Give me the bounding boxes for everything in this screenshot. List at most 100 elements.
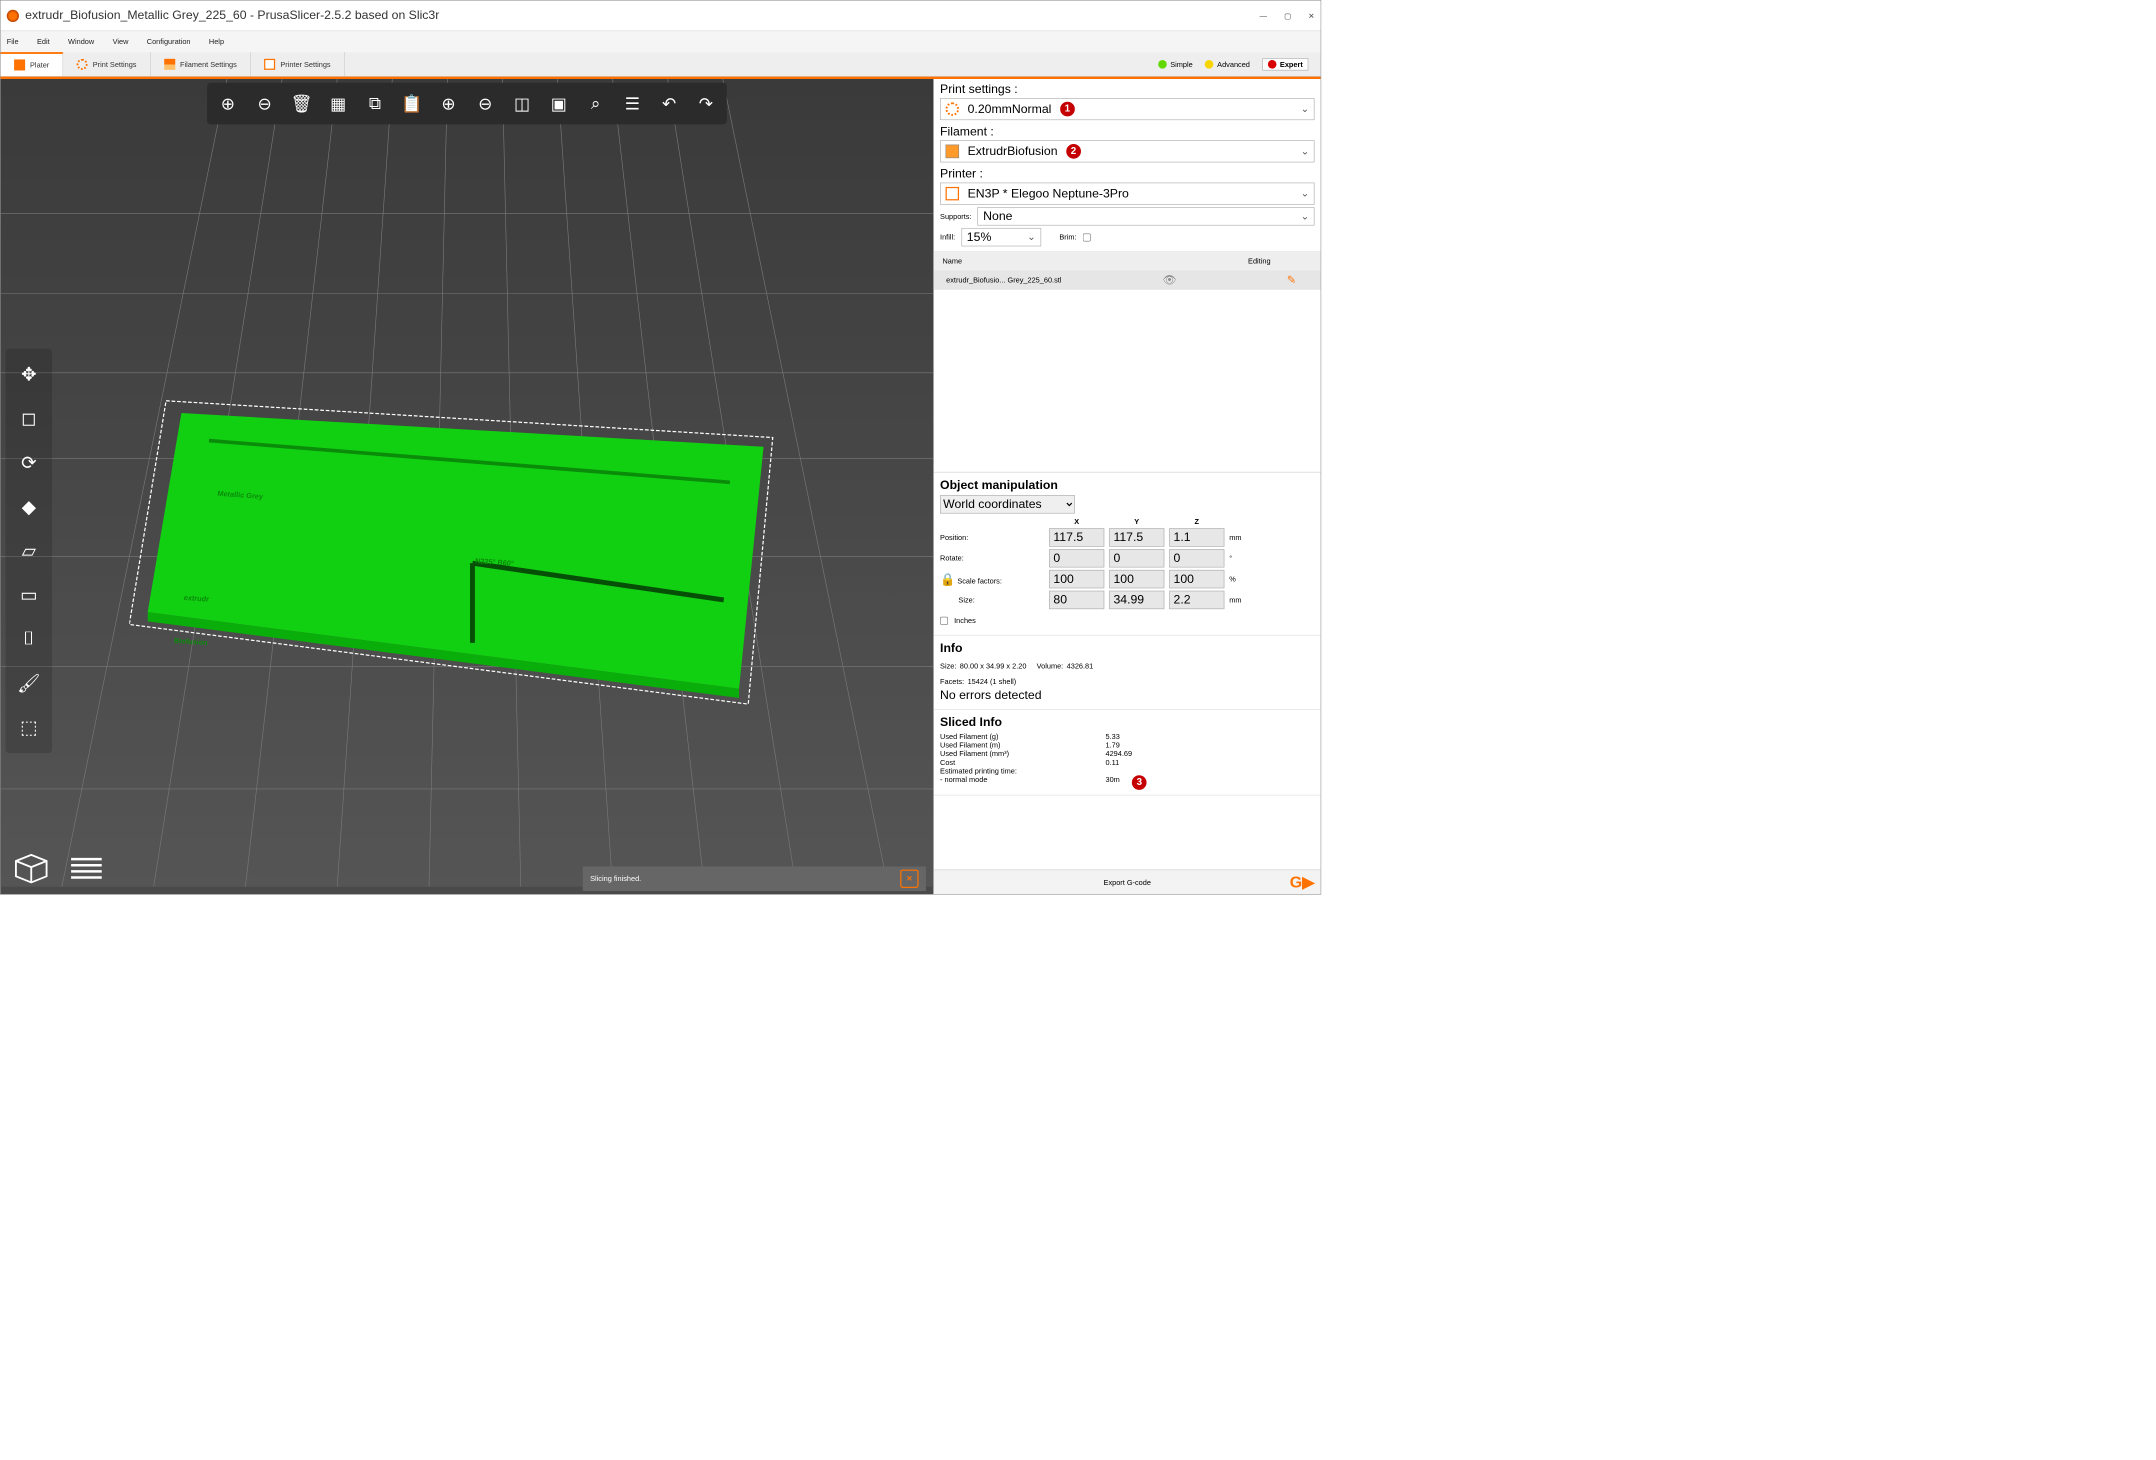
model-preview[interactable]: Metallic Grey N225° B60° extrudr Biofusi…	[129, 379, 791, 722]
sliced-cost-value: 0.11	[1105, 758, 1119, 767]
rot-y-input[interactable]	[1109, 549, 1164, 567]
search-add-button[interactable]: ⊕	[430, 85, 467, 122]
coord-mode-select[interactable]: World coordinates	[940, 495, 1075, 513]
scale-x-input[interactable]	[1049, 570, 1104, 588]
size-unit: mm	[1229, 596, 1260, 605]
chevron-down-icon: ⌄	[1027, 231, 1035, 243]
view-layers-button[interactable]	[61, 849, 112, 888]
menu-edit[interactable]: Edit	[37, 37, 50, 46]
search-button[interactable]: ⌕	[577, 85, 614, 122]
menu-window[interactable]: Window	[68, 37, 94, 46]
supports-value: None	[983, 209, 1012, 223]
move-tool[interactable]: ✥	[9, 355, 48, 394]
pos-x-input[interactable]	[1049, 528, 1104, 546]
rotate-tool[interactable]: ⟳	[9, 443, 48, 482]
view-3d-button[interactable]	[6, 849, 57, 888]
scale-z-input[interactable]	[1169, 570, 1224, 588]
scale-y-input[interactable]	[1109, 570, 1164, 588]
printer-icon	[946, 187, 959, 200]
menu-help[interactable]: Help	[209, 37, 224, 46]
infill-select[interactable]: 15% ⌄	[961, 228, 1041, 246]
object-list-name-header: Name	[934, 257, 1198, 266]
menu-configuration[interactable]: Configuration	[147, 37, 191, 46]
size-z-input[interactable]	[1169, 591, 1224, 609]
split-object-button[interactable]: ◫	[504, 85, 541, 122]
filament-select[interactable]: ExtrudrBiofusion 2 ⌄	[940, 140, 1314, 162]
chevron-down-icon: ⌄	[1301, 210, 1309, 222]
printer-select[interactable]: EN3P * Elegoo Neptune-3Pro ⌄	[940, 183, 1314, 205]
sliced-m-label: Used Filament (m)	[940, 741, 1093, 750]
tab-filament-settings[interactable]: Filament Settings	[151, 52, 251, 76]
search-remove-button[interactable]: ⊖	[467, 85, 504, 122]
seam-tool[interactable]: ⌷	[9, 620, 48, 659]
tab-plater[interactable]: Plater	[1, 52, 64, 76]
select-tool[interactable]: ◻	[9, 399, 48, 438]
status-bar: Slicing finished. ✕	[583, 866, 926, 891]
size-x-input[interactable]	[1049, 591, 1104, 609]
filament-color-swatch	[946, 145, 959, 158]
add-object-button[interactable]: ⊕	[210, 85, 247, 122]
undo-button[interactable]: ↶	[651, 85, 688, 122]
copy-button[interactable]: ⧉	[357, 85, 394, 122]
sliced-cost-label: Cost	[940, 758, 1093, 767]
paste-button[interactable]: 📋	[393, 85, 430, 122]
pos-z-input[interactable]	[1169, 528, 1224, 546]
mode-expert-label: Expert	[1280, 60, 1303, 69]
sliced-mm3-label: Used Filament (mm³)	[940, 749, 1093, 758]
print-settings-select[interactable]: 0.20mmNormal 1 ⌄	[940, 98, 1314, 120]
chevron-down-icon: ⌄	[1301, 188, 1309, 200]
paint-tool[interactable]: 🖌	[9, 664, 48, 703]
sliced-eta-label: Estimated printing time:	[940, 767, 1093, 776]
brim-checkbox[interactable]	[1083, 233, 1091, 241]
mode-expert[interactable]: Expert	[1262, 58, 1308, 70]
arrange-button[interactable]: ▦	[320, 85, 357, 122]
tab-printer-settings[interactable]: Printer Settings	[251, 52, 345, 76]
redo-button[interactable]: ↷	[688, 85, 725, 122]
inches-label: Inches	[954, 616, 976, 625]
rot-z-input[interactable]	[1169, 549, 1224, 567]
split-part-button[interactable]: ▣	[540, 85, 577, 122]
status-text: Slicing finished.	[590, 874, 641, 883]
rot-x-input[interactable]	[1049, 549, 1104, 567]
menu-view[interactable]: View	[113, 37, 129, 46]
mode-simple-label: Simple	[1170, 60, 1192, 69]
cut-tool[interactable]: ▱	[9, 531, 48, 570]
support-tool[interactable]: ⬚	[9, 708, 48, 747]
viewport-3d[interactable]: ⊕ ⊖ 🗑 ▦ ⧉ 📋 ⊕ ⊖ ◫ ▣ ⌕ ☰ ↶ ↷ ✥ ◻ ⟳ ◆ ▱ ▭ …	[1, 79, 934, 894]
object-name: extrudr_Biofusio... Grey_225_60.stl	[946, 276, 1162, 285]
minimize-icon[interactable]: ―	[1260, 11, 1267, 20]
object-list-item[interactable]: extrudr_Biofusio... Grey_225_60.stl 👁 ✎	[934, 270, 1321, 290]
status-close-button[interactable]: ✕	[900, 870, 918, 888]
mode-simple[interactable]: Simple	[1158, 60, 1193, 69]
export-gcode-button[interactable]: Export G-code G▶	[934, 870, 1321, 895]
supports-select[interactable]: None ⌄	[978, 207, 1315, 225]
plater-icon	[14, 59, 25, 70]
maximize-icon[interactable]: ▢	[1284, 11, 1291, 20]
tab-print-settings[interactable]: Print Settings	[63, 52, 150, 76]
size-y-input[interactable]	[1109, 591, 1164, 609]
tab-filament-label: Filament Settings	[180, 60, 237, 69]
object-list-editing-header: Editing	[1198, 257, 1321, 266]
trash-button[interactable]: 🗑	[283, 85, 320, 122]
remove-object-button[interactable]: ⊖	[246, 85, 283, 122]
printer-icon	[264, 59, 275, 70]
menu-file[interactable]: File	[7, 37, 19, 46]
scale-tool[interactable]: ◆	[9, 487, 48, 526]
col-z: Z	[1169, 517, 1224, 526]
mode-advanced[interactable]: Advanced	[1205, 60, 1250, 69]
object-list: Name Editing extrudr_Biofusio... Grey_22…	[934, 252, 1321, 473]
printer-label: Printer :	[940, 167, 1314, 181]
sliced-m-value: 1.79	[1105, 741, 1119, 750]
edit-object-icon[interactable]: ✎	[1287, 274, 1296, 287]
export-label: Export G-code	[1104, 878, 1151, 887]
inches-checkbox[interactable]	[940, 612, 948, 630]
variable-layer-button[interactable]: ☰	[614, 85, 651, 122]
sliced-mm3-value: 4294.69	[1105, 749, 1132, 758]
close-icon[interactable]: ✕	[1308, 11, 1314, 20]
visibility-icon[interactable]: 👁	[1163, 274, 1177, 287]
pos-y-input[interactable]	[1109, 528, 1164, 546]
lock-icon[interactable]: 🔒	[940, 573, 955, 586]
filament-label: Filament :	[940, 125, 1314, 139]
pos-unit: mm	[1229, 533, 1260, 542]
place-on-face-tool[interactable]: ▭	[9, 575, 48, 614]
